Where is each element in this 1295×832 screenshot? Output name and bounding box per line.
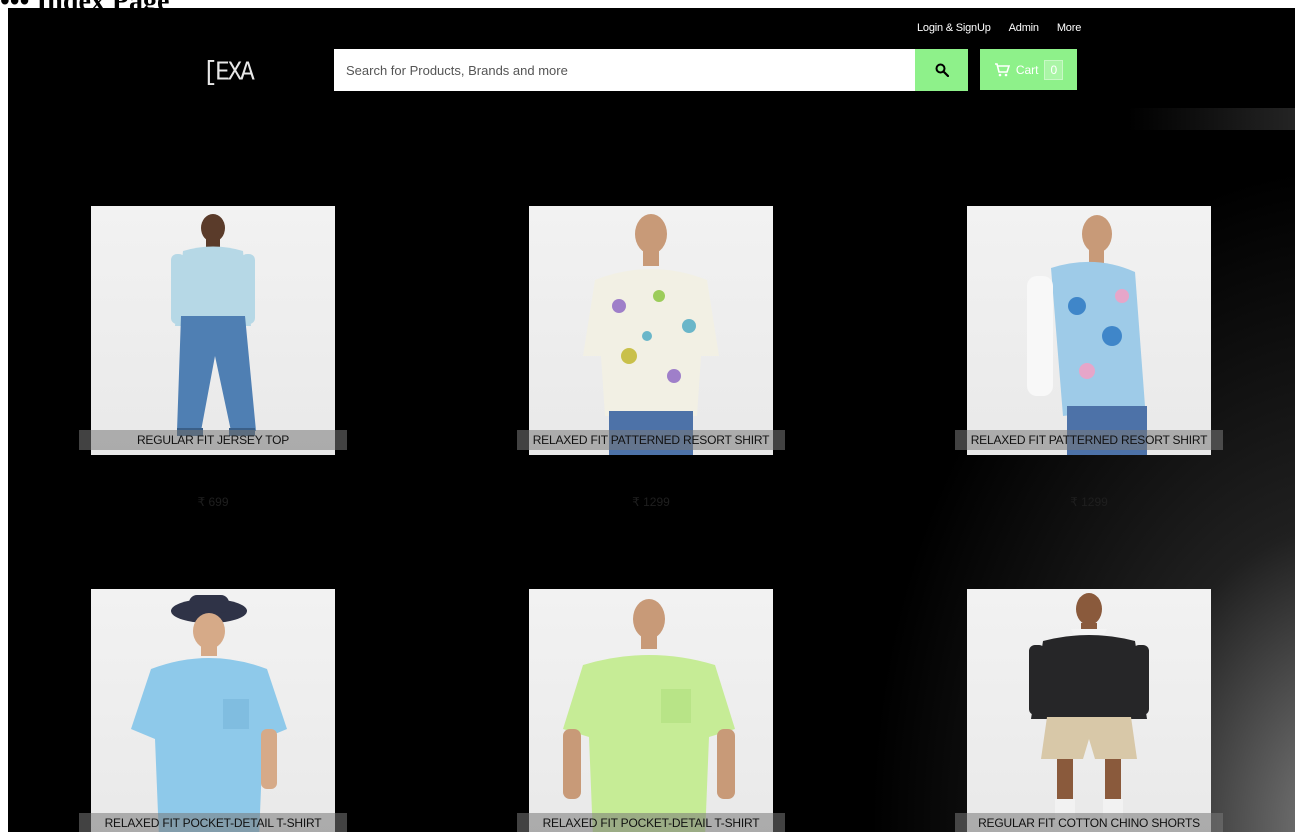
page-body: Login & SignUp Admin More [EXA Cart 0 [8, 8, 1295, 832]
product-image[interactable] [529, 206, 773, 455]
product-title[interactable]: RELAXED FIT PATTERNED RESORT SHIRT [955, 430, 1223, 450]
search-button[interactable] [915, 49, 968, 91]
product-image[interactable] [967, 589, 1211, 832]
background-band [1128, 108, 1295, 130]
more-link[interactable]: More [1057, 22, 1081, 34]
product-image[interactable] [967, 206, 1211, 455]
product-title[interactable]: REGULAR FIT COTTON CHINO SHORTS [955, 813, 1223, 832]
product-price: ₹ 1299 [632, 495, 670, 509]
admin-link[interactable]: Admin [1009, 22, 1039, 34]
search-icon [935, 63, 949, 77]
cart-icon [994, 62, 1010, 76]
top-nav: Login & SignUp Admin More [917, 22, 1081, 34]
product-image[interactable] [91, 206, 335, 455]
product-title[interactable]: RELAXED FIT POCKET-DETAIL T-SHIRT [79, 813, 347, 832]
cart-label: Cart [1015, 62, 1039, 77]
product-title[interactable]: RELAXED FIT PATTERNED RESORT SHIRT [517, 430, 785, 450]
login-signup-link[interactable]: Login & SignUp [917, 22, 991, 34]
product-title[interactable]: REGULAR FIT JERSEY TOP [79, 430, 347, 450]
cart-button[interactable]: Cart 0 [980, 49, 1077, 90]
product-image[interactable] [91, 589, 335, 832]
product-price: ₹ 699 [197, 495, 229, 509]
product-image[interactable] [529, 589, 773, 832]
search-input[interactable] [334, 49, 916, 91]
cart-count-badge: 0 [1044, 59, 1064, 80]
brand-logo[interactable]: [EXA [203, 59, 255, 89]
product-title[interactable]: RELAXED FIT POCKET-DETAIL T-SHIRT [517, 813, 785, 832]
product-price: ₹ 1299 [1070, 495, 1108, 509]
